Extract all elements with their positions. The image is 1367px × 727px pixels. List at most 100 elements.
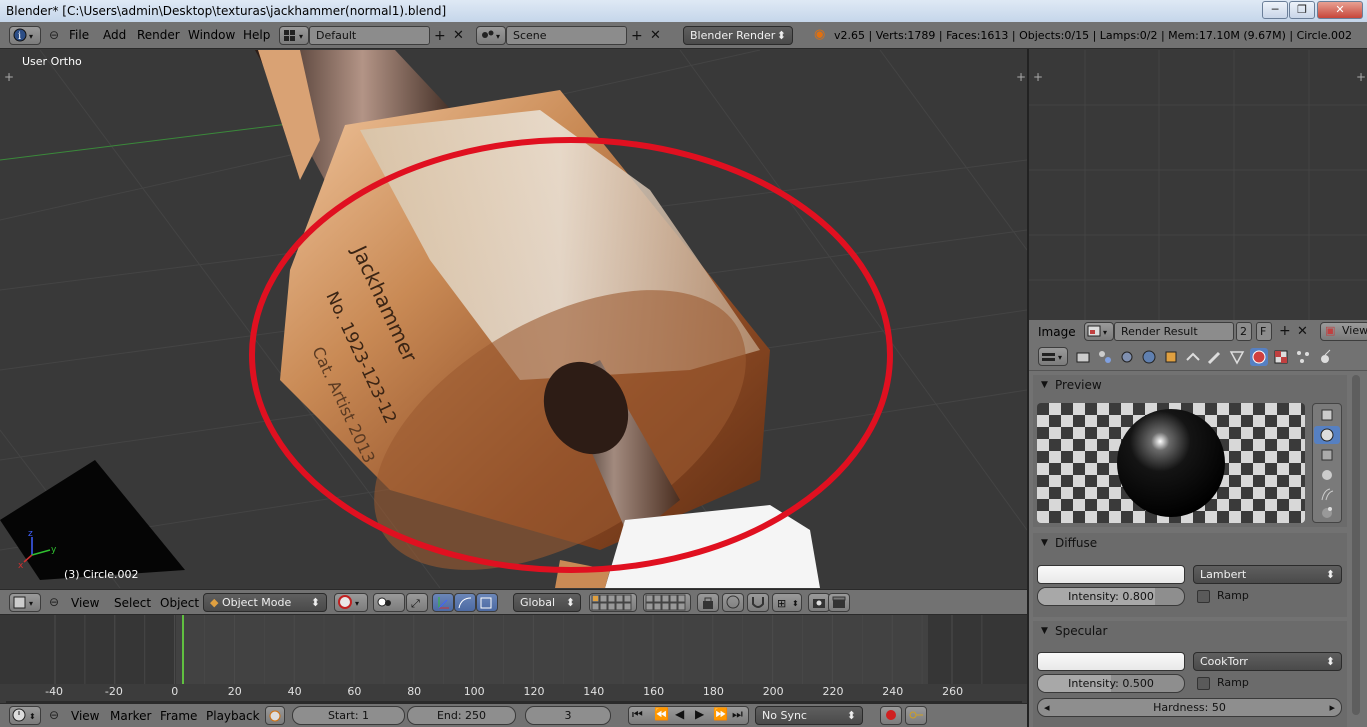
end-frame-field[interactable]: End: 250 (407, 706, 516, 725)
tab-world[interactable] (1140, 348, 1158, 366)
menu-object[interactable]: Object (160, 596, 199, 610)
diffuse-ramp-checkbox[interactable] (1197, 590, 1210, 603)
menu-window[interactable]: Window (188, 28, 235, 42)
render-animation-button[interactable] (828, 593, 850, 612)
preview-collapse-icon[interactable]: ▼ (1041, 380, 1048, 390)
specular-color-swatch[interactable] (1037, 652, 1185, 671)
menu-file[interactable]: File (69, 28, 89, 42)
menu-help[interactable]: Help (243, 28, 270, 42)
timeline-collapse-icon[interactable]: ⊖ (49, 708, 59, 722)
proportional-edit-button[interactable] (722, 593, 744, 612)
tab-object[interactable] (1162, 348, 1180, 366)
lamp-object[interactable] (0, 460, 185, 580)
diffuse-title[interactable]: Diffuse (1055, 536, 1097, 550)
render-engine-dropdown[interactable]: Blender Render ⬍ (683, 26, 793, 45)
scene-layers-b[interactable] (643, 593, 691, 612)
current-frame-field[interactable]: 3 (525, 706, 611, 725)
preview-cube-button[interactable] (1316, 447, 1338, 463)
menu-timeline-view[interactable]: View (71, 709, 99, 723)
diffuse-shader-dropdown[interactable]: Lambert ⬍ (1193, 565, 1342, 584)
image-users-count[interactable]: 2 (1236, 322, 1252, 341)
tab-physics[interactable] (1316, 348, 1334, 366)
menu-image[interactable]: Image (1038, 325, 1076, 339)
add-layout-icon[interactable]: + (434, 28, 446, 44)
image-editor-plus-icon[interactable]: + (1033, 70, 1043, 84)
scene-browse-button[interactable]: ▾ (476, 26, 506, 45)
rotate-manipulator-button[interactable] (454, 593, 476, 612)
preview-sphere-button[interactable] (1314, 426, 1340, 444)
tab-modifiers[interactable] (1206, 348, 1224, 366)
unlink-image-icon[interactable]: ✕ (1297, 324, 1308, 339)
play-reverse-icon[interactable]: ◀ (675, 707, 684, 721)
viewport-canvas[interactable]: Jackhammer No. 1923-123-12 Cat. Artist 2… (0, 50, 1027, 588)
scene-name-field[interactable]: Scene (506, 26, 627, 45)
properties-scrollbar[interactable] (1352, 375, 1360, 715)
sync-mode-dropdown[interactable]: No Sync ⬍ (755, 706, 863, 725)
auto-keying-button[interactable] (880, 706, 902, 725)
3d-viewport[interactable]: Jackhammer No. 1923-123-12 Cat. Artist 2… (0, 50, 1027, 588)
diffuse-intensity-slider[interactable]: Intensity: 0.800 (1037, 587, 1185, 606)
menu-view[interactable]: View (71, 596, 99, 610)
image-name-field[interactable]: Render Result (1114, 322, 1234, 341)
keying-set-button[interactable] (905, 706, 927, 725)
image-view-menu[interactable]: ▣ View (1320, 322, 1367, 341)
tab-render-layers[interactable] (1096, 348, 1114, 366)
header-collapse-icon[interactable]: ⊖ (49, 595, 59, 609)
fake-user-toggle[interactable]: F (1256, 322, 1272, 341)
editor-type-properties-button[interactable]: ▾ (1038, 347, 1068, 366)
diffuse-collapse-icon[interactable]: ▼ (1041, 538, 1048, 548)
preview-title[interactable]: Preview (1055, 378, 1102, 392)
viewport-corner-plus-icon[interactable]: + (4, 70, 14, 84)
menu-render[interactable]: Render (137, 28, 180, 42)
image-editor-plus-right-icon[interactable]: + (1356, 70, 1366, 84)
minimize-button[interactable]: ─ (1262, 1, 1288, 19)
image-browse-button[interactable]: ▾ (1084, 322, 1114, 341)
tab-constraints[interactable] (1184, 348, 1202, 366)
menu-playback[interactable]: Playback (206, 709, 260, 723)
snap-toggle-button[interactable] (747, 593, 769, 612)
timeline-area[interactable]: -40 -20 0 20 40 60 80 100 120 140 160 180 200 220 240 2… (0, 615, 1027, 703)
menu-select[interactable]: Select (114, 596, 151, 610)
layer-lock-button[interactable] (697, 593, 719, 612)
transform-orientation-dropdown[interactable]: Global ⬍ (513, 593, 581, 612)
preview-sky-button[interactable] (1316, 504, 1338, 520)
viewport-shading-button[interactable]: ▾ (334, 593, 368, 612)
scene-layers-a[interactable] (589, 593, 637, 612)
preview-range-button[interactable] (265, 706, 285, 725)
layout-name-field[interactable]: Default (309, 26, 430, 45)
hardness-increment-icon[interactable]: ▸ (1329, 699, 1335, 716)
render-still-button[interactable] (808, 593, 830, 612)
preview-flat-button[interactable] (1316, 407, 1338, 423)
specular-intensity-slider[interactable]: Intensity: 0.500 (1037, 674, 1185, 693)
specular-shader-dropdown[interactable]: CookTorr ⬍ (1193, 652, 1342, 671)
pivot-point-button[interactable] (373, 593, 405, 612)
scale-manipulator-button[interactable] (476, 593, 498, 612)
hardness-slider[interactable]: ◂ Hardness: 50 ▸ (1037, 698, 1342, 717)
manipulator-toggle-button[interactable]: ⤢ (406, 593, 428, 612)
layout-browse-button[interactable]: ▾ (279, 26, 309, 45)
editor-type-info-button[interactable]: i ▾ (9, 26, 41, 45)
menu-frame[interactable]: Frame (160, 709, 197, 723)
editor-type-3d-button[interactable]: ▾ (9, 593, 41, 612)
play-icon[interactable]: ▶ (695, 707, 704, 721)
image-editor-area[interactable]: + + (1029, 50, 1367, 320)
jump-keyframe-back-icon[interactable]: ⏪ (654, 707, 669, 721)
preview-monkey-button[interactable] (1316, 467, 1338, 483)
translate-manipulator-button[interactable] (432, 593, 454, 612)
menu-add[interactable]: Add (103, 28, 126, 42)
tab-scene[interactable] (1118, 348, 1136, 366)
tab-material[interactable] (1250, 348, 1268, 366)
tab-render[interactable] (1074, 348, 1092, 366)
preview-hair-button[interactable] (1316, 486, 1338, 502)
specular-ramp-checkbox[interactable] (1197, 677, 1210, 690)
snap-element-dropdown[interactable]: ⊞ ⬍ (772, 593, 802, 612)
specular-title[interactable]: Specular (1055, 624, 1107, 638)
delete-scene-icon[interactable]: ✕ (650, 28, 661, 43)
tab-data[interactable] (1228, 348, 1246, 366)
jump-start-icon[interactable]: ⏮ (632, 707, 643, 722)
object-mode-dropdown[interactable]: ◆ Object Mode ⬍ (203, 593, 327, 612)
tab-particles[interactable] (1294, 348, 1312, 366)
new-image-icon[interactable]: + (1279, 323, 1291, 339)
collapse-icon[interactable]: ⊖ (49, 28, 59, 42)
specular-collapse-icon[interactable]: ▼ (1041, 626, 1048, 636)
